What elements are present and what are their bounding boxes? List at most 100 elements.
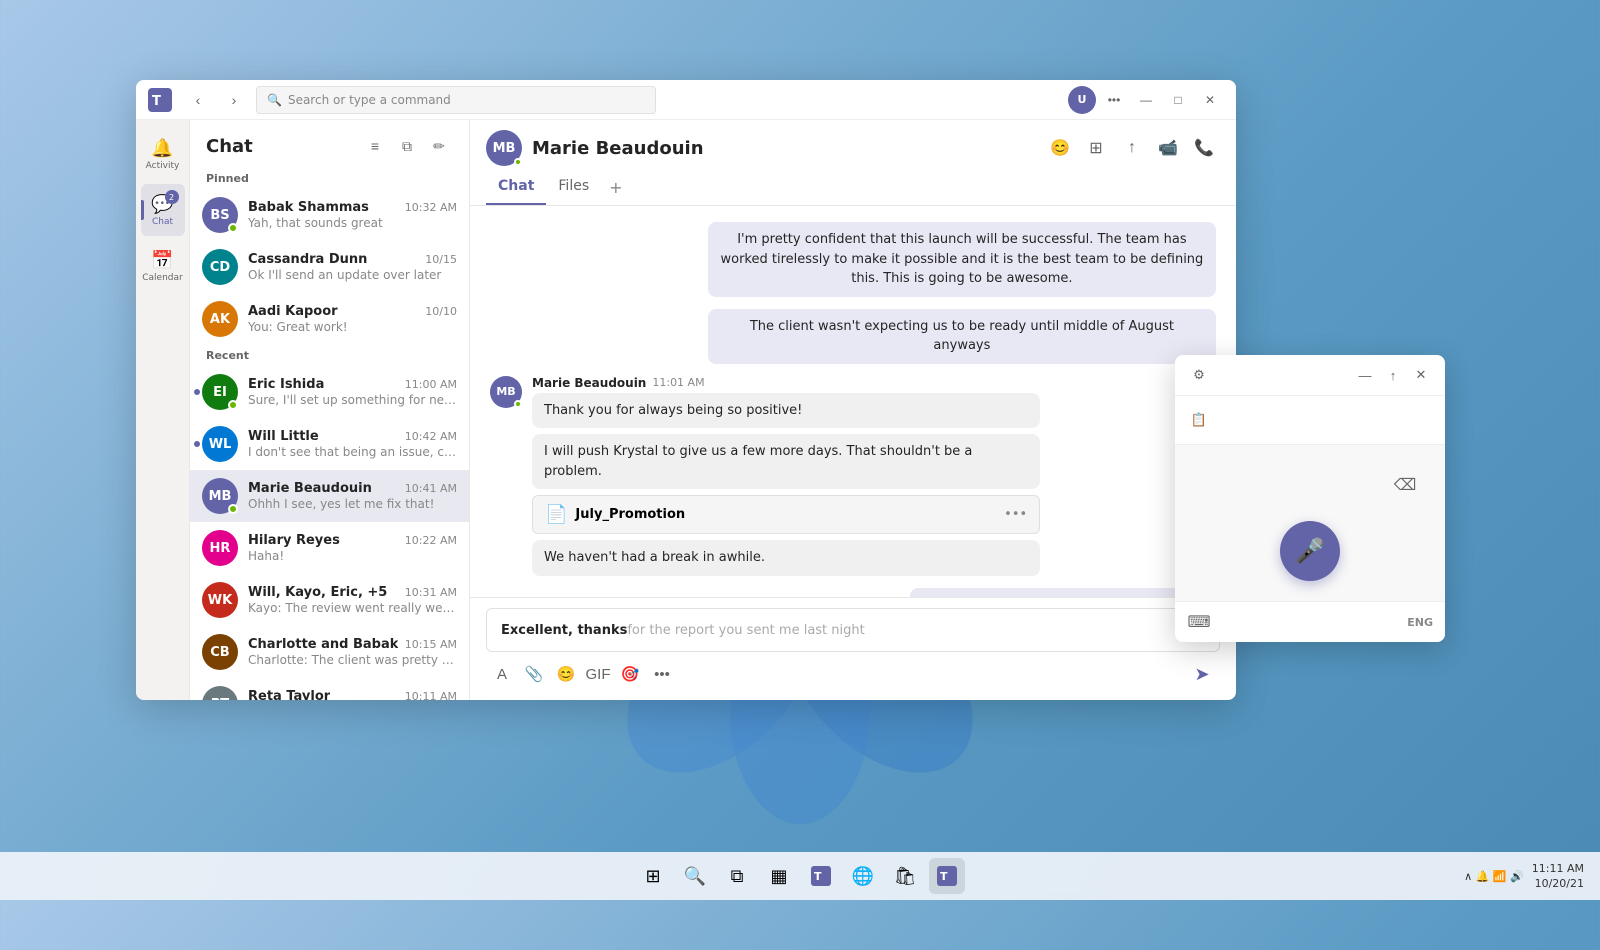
message-bubble-4: We haven't gotten lunch together in awhi… [910, 588, 1216, 598]
maximize-button[interactable]: □ [1164, 86, 1192, 114]
avatar-group: WK [202, 582, 238, 618]
chat-preview-charlotte: Charlotte: The client was pretty happy w… [248, 653, 457, 667]
chat-preview-will: I don't see that being an issue, can tak… [248, 445, 457, 459]
avatar-reta: RT [202, 686, 238, 700]
file-icon: 📄 [545, 504, 567, 525]
file-name: July_Promotion [575, 507, 685, 522]
voice-clipboard-button[interactable]: 📋 [1187, 408, 1211, 432]
teams-taskbar-button[interactable]: T [803, 858, 839, 894]
sticker-button[interactable]: 🎯 [616, 660, 644, 688]
store-button[interactable]: 🛍 [887, 858, 923, 894]
teams-logo: T [148, 88, 172, 112]
message-input-box[interactable]: Excellent, thanks for the report you sen… [486, 608, 1220, 652]
messages-area: I'm pretty confident that this launch wi… [470, 206, 1236, 597]
voice-popup-footer: ⌨ ENG [1175, 601, 1445, 642]
sidebar-item-calendar[interactable]: 📅 Calendar [141, 240, 185, 292]
avatar-cassandra: CD [202, 249, 238, 285]
message-group-3: MB Marie Beaudouin 11:01 AM Thank you fo… [490, 376, 1216, 576]
apps-button[interactable]: ⊞ [1080, 132, 1112, 164]
file-card[interactable]: 📄 July_Promotion ••• [532, 495, 1040, 534]
tab-files[interactable]: Files [546, 170, 601, 205]
chat-item-reta[interactable]: RT Reta Taylor 10:11 AM Ah, ok I underst… [190, 678, 469, 700]
video-button[interactable]: 📹 [1152, 132, 1184, 164]
close-button[interactable]: ✕ [1196, 86, 1224, 114]
calendar-icon: 📅 [151, 250, 173, 271]
more-toolbar-button[interactable]: ••• [648, 660, 676, 688]
chat-item-group[interactable]: WK Will, Kayo, Eric, +5 10:31 AM Kayo: T… [190, 574, 469, 626]
chat-item-marie[interactable]: MB Marie Beaudouin 10:41 AM Ohhh I see, … [190, 470, 469, 522]
tab-add-button[interactable]: + [601, 170, 630, 205]
send-button[interactable]: ➤ [1186, 658, 1218, 690]
taskbar-center: ⊞ 🔍 ⧉ ▦ T 🌐 🛍 T [635, 858, 965, 894]
chat-item-babak[interactable]: BS Babak Shammas 10:32 AM Yah, that soun… [190, 189, 469, 241]
chat-name-will: Will Little [248, 429, 319, 444]
title-bar: T ‹ › 🔍 Search or type a command U ••• —… [136, 80, 1236, 120]
chat-item-hilary[interactable]: HR Hilary Reyes 10:22 AM Haha! [190, 522, 469, 574]
sidebar-item-activity[interactable]: 🔔 Activity [141, 128, 185, 180]
message-toolbar: A 📎 😊 GIF 🎯 ••• ➤ [486, 658, 1220, 690]
start-button[interactable]: ⊞ [635, 858, 671, 894]
format-button[interactable]: A [488, 660, 516, 688]
svg-text:T: T [940, 870, 948, 883]
chat-name-aadi: Aadi Kapoor [248, 304, 338, 319]
file-more-button[interactable]: ••• [1004, 507, 1027, 522]
voice-minimize-button[interactable]: — [1353, 363, 1377, 387]
forward-button[interactable]: › [220, 86, 248, 114]
gif-button[interactable]: GIF [584, 660, 612, 688]
chat-header: MB Marie Beaudouin 😊 ⊞ ↑ 📹 📞 Chat Files [470, 120, 1236, 206]
search-bar[interactable]: 🔍 Search or type a command [256, 86, 656, 114]
minimize-button[interactable]: — [1132, 86, 1160, 114]
chat-time-aadi: 10/10 [425, 305, 457, 318]
chat-item-cassandra[interactable]: CD Cassandra Dunn 10/15 Ok I'll send an … [190, 241, 469, 293]
call-button[interactable]: 📞 [1188, 132, 1220, 164]
taskbar-right: ∧ 🔔 📶 🔊 11:11 AM 10/20/21 [1464, 861, 1584, 892]
status-babak [228, 223, 238, 233]
voice-popup-actions: ⚙ [1187, 363, 1211, 387]
voice-settings-button[interactable]: ⚙ [1187, 363, 1211, 387]
voice-mic-button[interactable]: 🎤 [1280, 521, 1340, 581]
new-chat-button[interactable]: ✏ [425, 132, 453, 160]
voice-upload-button[interactable]: ↑ [1381, 363, 1405, 387]
sidebar-item-chat[interactable]: 💬 Chat 2 [141, 184, 185, 236]
chat-time-marie: 10:41 AM [405, 482, 457, 495]
chat-item-eric[interactable]: EI Eric Ishida 11:00 AM Sure, I'll set u… [190, 366, 469, 418]
emoji-button[interactable]: 😊 [1044, 132, 1076, 164]
widgets-button[interactable]: ▦ [761, 858, 797, 894]
avatar-will: WL [202, 426, 238, 462]
tab-chat[interactable]: Chat [486, 170, 546, 205]
chat-header-name: Marie Beaudouin [532, 138, 704, 159]
msg-status-marie-1 [514, 400, 522, 408]
chat-list-actions: ≡ ⧉ ✏ [361, 132, 453, 160]
share-button[interactable]: ↑ [1116, 132, 1148, 164]
chat-preview-aadi: You: Great work! [248, 320, 457, 334]
chat-name-cassandra: Cassandra Dunn [248, 252, 367, 267]
chat-item-aadi[interactable]: AK Aadi Kapoor 10/10 You: Great work! [190, 293, 469, 345]
input-text-main: Excellent, thanks [501, 623, 627, 638]
chat-item-will[interactable]: WL Will Little 10:42 AM I don't see that… [190, 418, 469, 470]
back-button[interactable]: ‹ [184, 86, 212, 114]
voice-popup: ⚙ — ↑ ✕ 📋 ⌫ 🎤 ⌨ ENG [1175, 355, 1445, 642]
avatar-hilary: HR [202, 530, 238, 566]
copy-button[interactable]: ⧉ [393, 132, 421, 160]
attach-button[interactable]: 📎 [520, 660, 548, 688]
taskview-button[interactable]: ⧉ [719, 858, 755, 894]
voice-close-button[interactable]: ✕ [1409, 363, 1433, 387]
user-avatar[interactable]: U [1068, 86, 1096, 114]
edge-button[interactable]: 🌐 [845, 858, 881, 894]
chat-item-charlotte[interactable]: CB Charlotte and Babak 10:15 AM Charlott… [190, 626, 469, 678]
avatar-aadi: AK [202, 301, 238, 337]
status-marie [228, 504, 238, 514]
search-placeholder: Search or type a command [288, 93, 451, 107]
filter-button[interactable]: ≡ [361, 132, 389, 160]
chat-item-info-babak: Babak Shammas 10:32 AM Yah, that sounds … [248, 200, 457, 230]
emoji-toolbar-button[interactable]: 😊 [552, 660, 580, 688]
more-options-button[interactable]: ••• [1100, 86, 1128, 114]
taskbar-icons-system: ∧ 🔔 📶 🔊 [1464, 870, 1524, 883]
message-bubble-2: The client wasn't expecting us to be rea… [708, 309, 1216, 364]
chat-tabs: Chat Files + [486, 170, 1220, 205]
msg-sender-3: Marie Beaudouin [532, 376, 646, 390]
search-taskbar-button[interactable]: 🔍 [677, 858, 713, 894]
voice-delete-button[interactable]: ⌫ [1393, 473, 1417, 497]
voice-keyboard-button[interactable]: ⌨ [1187, 610, 1211, 634]
teams-active-button[interactable]: T [929, 858, 965, 894]
